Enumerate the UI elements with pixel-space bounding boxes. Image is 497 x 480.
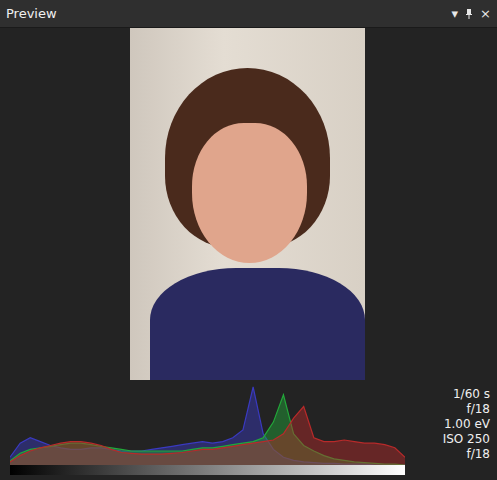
pin-icon[interactable] xyxy=(464,8,474,20)
exposure-value: 1.00 eV xyxy=(405,417,490,432)
tone-ramp xyxy=(10,465,405,475)
exposure-value: ISO 250 xyxy=(405,432,490,447)
histogram-series xyxy=(10,395,405,465)
histogram xyxy=(10,385,405,475)
exposure-value: 1/60 s xyxy=(405,387,490,402)
panel-title: Preview xyxy=(6,6,57,21)
close-button[interactable]: × xyxy=(480,7,491,20)
photo xyxy=(130,28,365,380)
histogram-series xyxy=(10,407,405,466)
exposure-value: f/18 xyxy=(405,447,490,462)
title-bar: Preview ▾ × xyxy=(0,0,497,28)
exposure-info: 1/60 sf/181.00 eVISO 250f/18 xyxy=(405,385,490,462)
histogram-series xyxy=(10,387,405,465)
exposure-value: f/18 xyxy=(405,402,490,417)
preview-panel: Preview▾×1/60 sf/181.00 eVISO 250f/18 xyxy=(0,0,497,480)
menu-button[interactable]: ▾ xyxy=(452,7,459,20)
